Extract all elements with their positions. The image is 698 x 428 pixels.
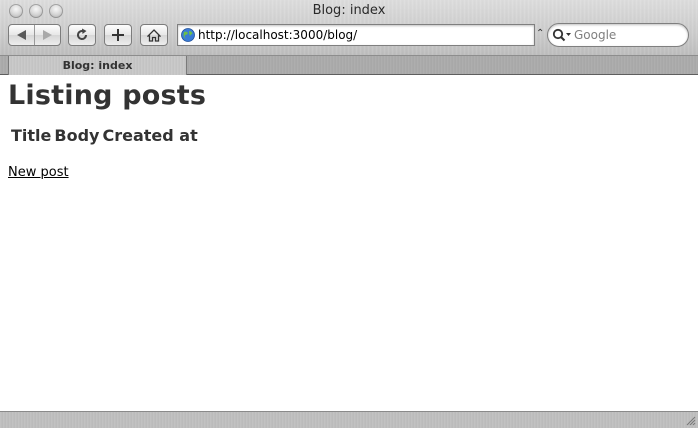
reload-icon — [77, 28, 87, 40]
page-title: Listing posts — [8, 80, 207, 111]
forward-button[interactable] — [35, 25, 60, 45]
search-input[interactable] — [574, 28, 674, 42]
column-header-title: Title — [11, 126, 52, 145]
tab-blog-index[interactable]: Blog: index — [8, 56, 187, 75]
reload-button[interactable] — [68, 24, 96, 46]
snapback-icon[interactable]: ⌃ — [536, 28, 544, 39]
search-icon[interactable] — [552, 27, 574, 43]
posts-table: Title Body Created at — [8, 123, 201, 148]
tab-bar: Blog: index — [0, 56, 698, 75]
forward-arrow-icon — [43, 30, 53, 40]
window-title: Blog: index — [312, 3, 386, 18]
back-forward-buttons — [8, 24, 61, 46]
resize-grip-icon[interactable] — [685, 415, 696, 426]
table-header-row: Title Body Created at — [11, 125, 198, 146]
column-header-created-at: Created at — [102, 126, 198, 145]
toolbar: Blog: index http://localhost:3000/blog/ … — [0, 0, 698, 56]
address-bar[interactable] — [177, 24, 535, 46]
home-icon — [147, 28, 161, 42]
browser-window: Blog: index http://localhost:3000/blog/ … — [0, 0, 698, 428]
plus-icon — [112, 29, 124, 41]
back-button[interactable] — [9, 25, 34, 45]
add-bookmark-button[interactable] — [104, 24, 132, 46]
globe-icon — [181, 28, 195, 42]
column-header-body: Body — [54, 126, 100, 145]
home-button[interactable] — [140, 24, 168, 46]
new-post-link[interactable]: New post — [8, 165, 69, 180]
search-field-container[interactable] — [547, 23, 689, 47]
url-field[interactable] — [198, 28, 518, 42]
status-bar — [0, 411, 698, 428]
page-content: Listing posts Title Body Created at New … — [0, 76, 698, 411]
back-arrow-icon — [16, 30, 26, 40]
